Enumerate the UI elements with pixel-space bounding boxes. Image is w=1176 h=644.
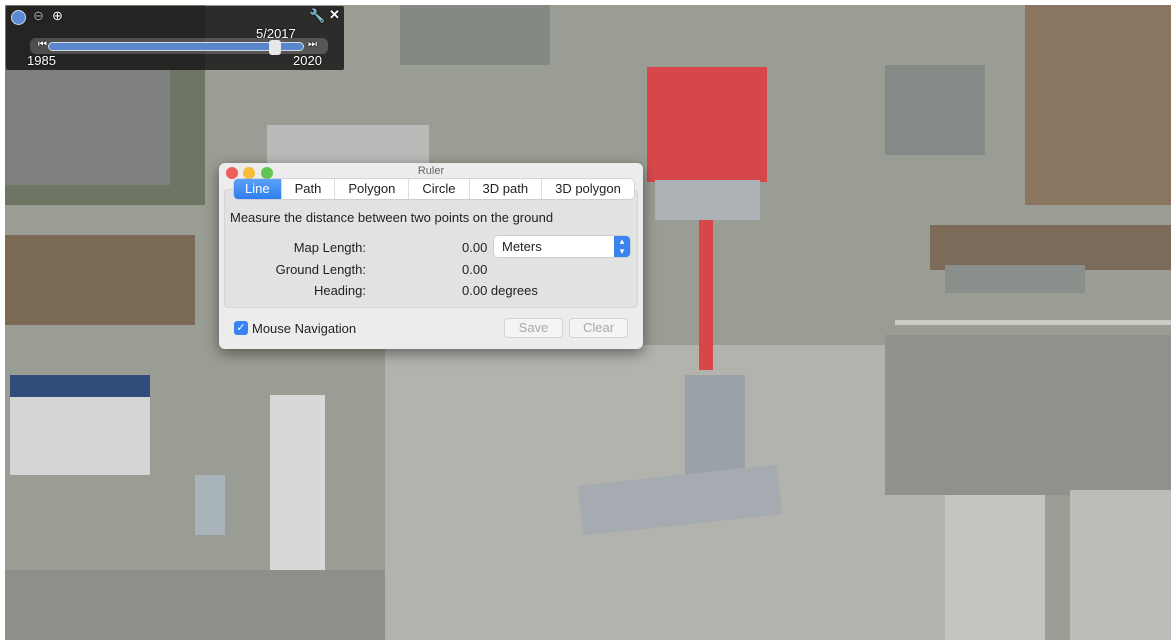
map-length-label: Map Length: bbox=[293, 240, 366, 255]
ground-length-label: Ground Length: bbox=[275, 262, 366, 277]
heading-value: 0.00 degrees bbox=[462, 283, 538, 298]
mouse-navigation-label: Mouse Navigation bbox=[252, 321, 357, 336]
window-title: Ruler bbox=[417, 165, 445, 177]
historical-imagery-timebar: ⊖ ⊕ 🔧 ✕ ⏮ ⏭ 5/2017 1985 2020 bbox=[6, 6, 344, 70]
save-button[interactable]: Save bbox=[504, 318, 563, 338]
unit-select-value: Meters bbox=[502, 239, 542, 254]
clock-icon[interactable] bbox=[11, 10, 26, 25]
ruler-dialog: Ruler Line Path Polygon Circle 3D path 3… bbox=[219, 163, 643, 349]
tab-circle[interactable]: Circle bbox=[409, 179, 470, 199]
time-slider[interactable] bbox=[48, 42, 304, 51]
tab-path[interactable]: Path bbox=[282, 179, 336, 199]
measure-tabs: Line Path Polygon Circle 3D path 3D poly… bbox=[234, 179, 634, 199]
skip-start-icon[interactable]: ⏮ bbox=[38, 39, 47, 50]
skip-end-icon[interactable]: ⏭ bbox=[308, 39, 317, 50]
ground-length-value: 0.00 bbox=[462, 262, 488, 277]
clear-button[interactable]: Clear bbox=[569, 318, 628, 338]
mouse-navigation-checkbox[interactable]: ✓ bbox=[234, 321, 248, 335]
unit-select[interactable]: Meters ▴ ▾ bbox=[494, 236, 630, 257]
time-slider-thumb[interactable] bbox=[269, 40, 281, 55]
wrench-icon[interactable]: 🔧 bbox=[309, 8, 325, 24]
tab-3d-polygon[interactable]: 3D polygon bbox=[542, 179, 634, 199]
chevron-updown-icon: ▴ ▾ bbox=[614, 236, 630, 257]
zoom-in-icon[interactable]: ⊕ bbox=[52, 8, 63, 24]
tab-line[interactable]: Line bbox=[234, 179, 282, 199]
start-year: 1985 bbox=[27, 53, 56, 68]
heading-label: Heading: bbox=[313, 283, 366, 298]
description: Measure the distance between two points … bbox=[230, 210, 554, 225]
zoom-out-icon[interactable]: ⊖ bbox=[33, 8, 44, 24]
current-date: 5/2017 bbox=[256, 26, 296, 41]
tab-polygon[interactable]: Polygon bbox=[335, 179, 410, 199]
end-year: 2020 bbox=[293, 53, 322, 68]
tab-3d-path[interactable]: 3D path bbox=[470, 179, 543, 199]
map-length-value: 0.00 bbox=[462, 240, 488, 255]
close-icon[interactable]: ✕ bbox=[329, 7, 340, 23]
